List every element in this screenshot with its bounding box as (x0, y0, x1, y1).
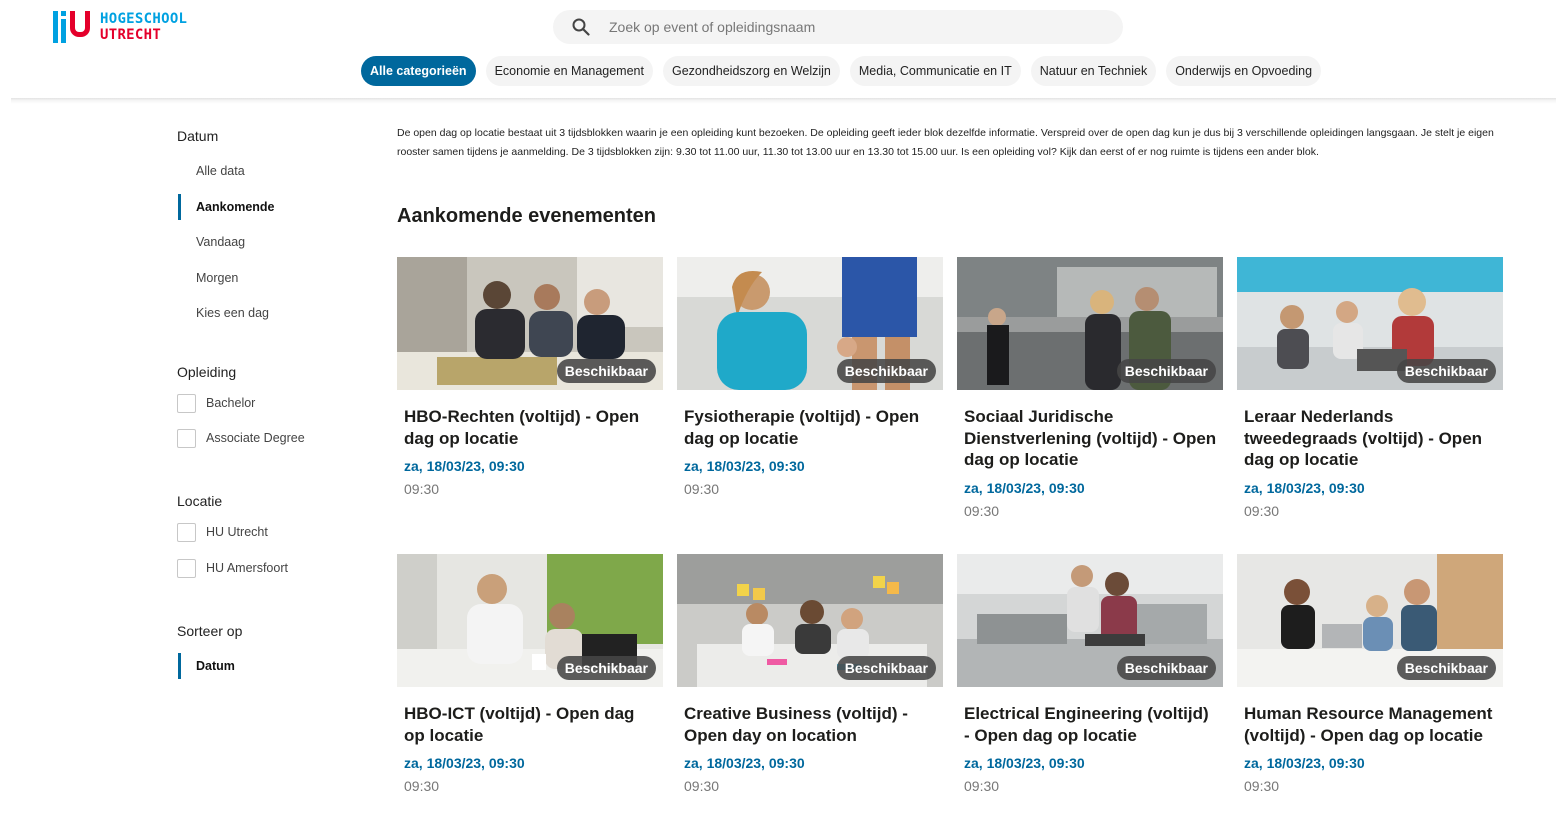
event-date: za, 18/03/23, 09:30 (964, 479, 1085, 496)
filter-title-sorteer-op: Sorteer op (177, 623, 243, 639)
hu-logo[interactable]: HOGESCHOOL UTRECHT (53, 11, 187, 43)
event-card[interactable]: Beschikbaar Electrical Engineering (volt… (957, 554, 1223, 794)
datum-option-morgen[interactable]: Morgen (196, 271, 238, 285)
event-title[interactable]: Sociaal Juridische Dienstverlening (volt… (964, 406, 1219, 471)
logo-line-1: HOGESCHOOL (100, 11, 188, 27)
availability-badge: Beschikbaar (1116, 656, 1216, 680)
event-card[interactable]: Beschikbaar Leraar Nederlands tweedegraa… (1237, 257, 1503, 519)
selected-indicator (178, 653, 181, 679)
event-card[interactable]: Beschikbaar Fysiotherapie (voltijd) - Op… (677, 257, 943, 497)
event-card[interactable]: Beschikbaar Human Resource Management (v… (1237, 554, 1503, 794)
datum-option-kies-een-dag[interactable]: Kies een dag (196, 306, 269, 320)
event-title[interactable]: HBO-ICT (voltijd) - Open dag op locatie (404, 703, 659, 746)
logo-line-2: UTRECHT (100, 27, 162, 43)
intro-text: De open dag op locatie bestaat uit 3 tij… (397, 127, 1494, 158)
event-image[interactable]: Beschikbaar (957, 554, 1223, 687)
checkbox-label-hu-amersfoort[interactable]: HU Amersfoort (206, 561, 288, 575)
checkbox-label-hu-utrecht[interactable]: HU Utrecht (206, 525, 268, 539)
logo-wordmark: HOGESCHOOL UTRECHT (100, 11, 187, 43)
event-card[interactable]: Beschikbaar Creative Business (voltijd) … (677, 554, 943, 794)
category-media-communicatie-en-it[interactable]: Media, Communicatie en IT (849, 56, 1021, 86)
site-header: HOGESCHOOL UTRECHT Alle categorieën Econ… (0, 0, 1556, 100)
event-date: za, 18/03/23, 09:30 (964, 755, 1085, 771)
event-card[interactable]: Beschikbaar HBO-Rechten (voltijd) - Open… (397, 257, 663, 497)
event-image[interactable]: Beschikbaar (397, 554, 663, 687)
search-icon (572, 18, 590, 36)
availability-badge: Beschikbaar (556, 359, 656, 383)
category-filter-bar: Alle categorieën Economie en Management … (361, 56, 1322, 86)
filter-sidebar: Datum Alle data Aankomende Vandaag Morge… (0, 104, 380, 820)
checkbox-associate-degree[interactable] (177, 429, 196, 448)
datum-option-aankomende[interactable]: Aankomende (196, 200, 275, 214)
search-input[interactable] (609, 10, 1109, 44)
event-image[interactable]: Beschikbaar (397, 257, 663, 390)
checkbox-label-bachelor[interactable]: Bachelor (206, 396, 255, 410)
event-date: za, 18/03/23, 09:30 (404, 458, 525, 474)
event-image[interactable]: Beschikbaar (677, 257, 943, 390)
availability-badge: Beschikbaar (836, 656, 936, 680)
availability-badge: Beschikbaar (556, 656, 656, 680)
checkbox-hu-utrecht[interactable] (177, 523, 196, 542)
event-title[interactable]: Human Resource Management (voltijd) - Op… (1244, 703, 1499, 746)
availability-badge: Beschikbaar (1116, 359, 1216, 383)
availability-badge: Beschikbaar (1396, 359, 1496, 383)
event-date: za, 18/03/23, 09:30 (1244, 755, 1365, 771)
event-date: za, 18/03/23, 09:30 (684, 755, 805, 771)
datum-option-alle-data[interactable]: Alle data (196, 164, 245, 178)
event-time: 09:30 (684, 778, 720, 794)
event-title[interactable]: Leraar Nederlands tweedegraads (voltijd)… (1244, 406, 1499, 471)
filter-title-opleiding: Opleiding (177, 364, 237, 380)
search-bar[interactable] (553, 10, 1123, 44)
hu-logo-mark (53, 11, 91, 43)
event-image[interactable]: Beschikbaar (677, 554, 943, 687)
event-image[interactable]: Beschikbaar (1237, 257, 1503, 390)
event-date: za, 18/03/23, 09:30 (684, 458, 805, 474)
page-heading: Aankomende evenementen (397, 205, 656, 227)
selected-indicator (178, 194, 181, 220)
category-gezondheidszorg-en-welzijn[interactable]: Gezondheidszorg en Welzijn (662, 56, 840, 86)
filter-title-locatie: Locatie (177, 493, 223, 509)
availability-badge: Beschikbaar (836, 359, 936, 383)
filter-title-datum: Datum (177, 128, 219, 144)
event-time: 09:30 (1244, 778, 1280, 794)
event-title[interactable]: Fysiotherapie (voltijd) - Open dag op lo… (684, 406, 939, 449)
event-time: 09:30 (404, 481, 440, 497)
category-alle-categorieen[interactable]: Alle categorieën (361, 56, 476, 86)
event-image[interactable]: Beschikbaar (957, 257, 1223, 390)
event-time: 09:30 (404, 778, 440, 794)
event-time: 09:30 (964, 502, 1000, 519)
availability-badge: Beschikbaar (1396, 656, 1496, 680)
event-title[interactable]: Creative Business (voltijd) - Open day o… (684, 703, 939, 746)
event-time: 09:30 (684, 481, 720, 497)
datum-option-vandaag[interactable]: Vandaag (196, 235, 245, 249)
event-image[interactable]: Beschikbaar (1237, 554, 1503, 687)
event-time: 09:30 (1244, 502, 1280, 519)
sort-option-datum[interactable]: Datum (196, 659, 235, 673)
checkbox-label-associate-degree[interactable]: Associate Degree (206, 431, 305, 445)
event-title[interactable]: Electrical Engineering (voltijd) - Open … (964, 703, 1219, 746)
checkbox-hu-amersfoort[interactable] (177, 559, 196, 578)
category-economie-en-management[interactable]: Economie en Management (485, 56, 653, 86)
event-time: 09:30 (964, 778, 1000, 794)
event-title[interactable]: HBO-Rechten (voltijd) - Open dag op loca… (404, 406, 659, 449)
category-onderwijs-en-opvoeding[interactable]: Onderwijs en Opvoeding (1166, 56, 1322, 86)
checkbox-bachelor[interactable] (177, 394, 196, 413)
category-natuur-en-techniek[interactable]: Natuur en Techniek (1030, 56, 1157, 86)
event-date: za, 18/03/23, 09:30 (404, 755, 525, 771)
event-date: za, 18/03/23, 09:30 (1244, 479, 1365, 496)
event-card[interactable]: Beschikbaar Sociaal Juridische Dienstver… (957, 257, 1223, 519)
event-card[interactable]: Beschikbaar HBO-ICT (voltijd) - Open dag… (397, 554, 663, 794)
